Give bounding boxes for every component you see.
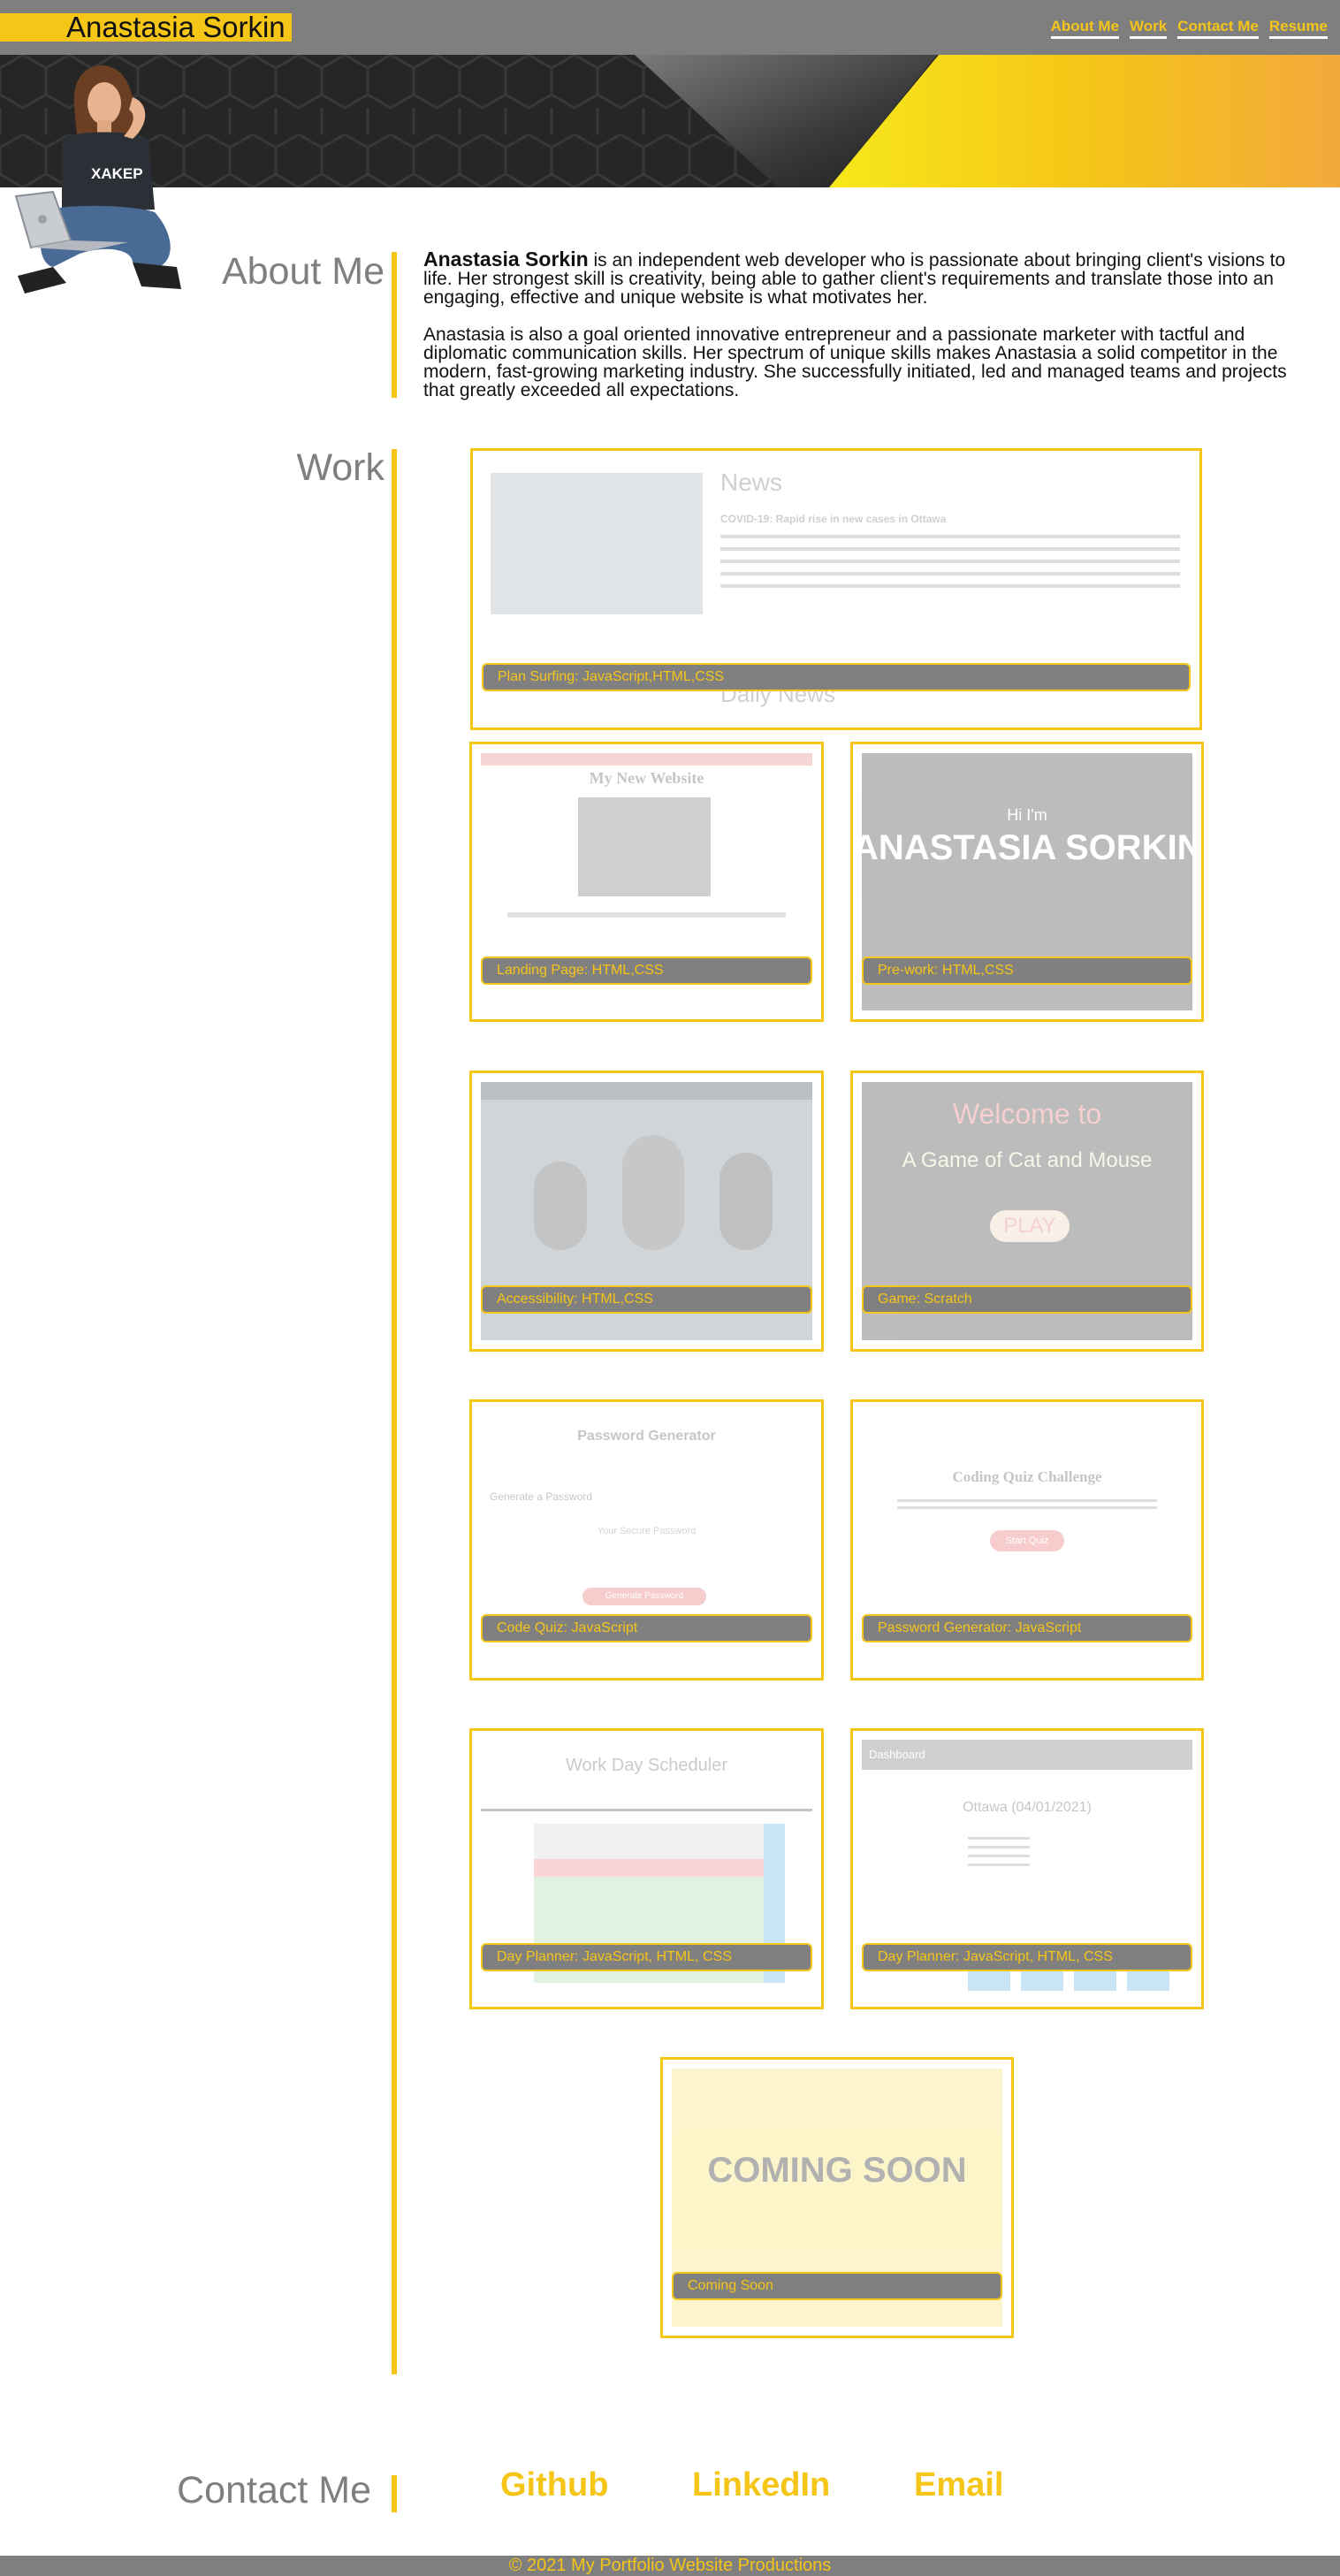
project-card-code-quiz[interactable]: Password Generator Generate a Password Y… [469, 1399, 824, 1680]
footer: © 2021 My Portfolio Website Productions [0, 2556, 1340, 2576]
project-label: Day Planner: JavaScript, HTML, CSS [862, 1943, 1192, 1971]
thumb-greeting: Hi I'm [1007, 806, 1047, 824]
thumb-present-row [534, 1859, 764, 1877]
thumb-weather-text [968, 1837, 1030, 1872]
thumb-scheduler-title: Work Day Scheduler [565, 1756, 728, 1775]
site-owner-name: Anastasia Sorkin [66, 11, 286, 43]
nav-resume-link[interactable]: Resume [1268, 18, 1328, 39]
about-paragraph-1: Anastasia Sorkin is an independent web d… [423, 248, 1307, 308]
nav-contact-link[interactable]: Contact Me [1177, 18, 1259, 39]
project-card-weather-dashboard[interactable]: Dashboard Ottawa (04/01/2021) Day Planne… [850, 1728, 1204, 2009]
email-link[interactable]: Email [914, 2466, 1003, 2504]
thumb-pw-field: Your Secure Password [597, 1526, 697, 1536]
thumb-quiz-button: Start Quiz [990, 1530, 1064, 1551]
project-label: Game: Scratch [862, 1285, 1192, 1314]
thumb-photo [578, 797, 711, 896]
thumb-pw-button: Generate Password [582, 1588, 706, 1605]
thumb-dashboard-header: Dashboard [862, 1740, 1192, 1770]
project-label: Code Quiz: JavaScript [481, 1614, 812, 1642]
about-section-title: About Me [221, 250, 384, 293]
thumb-welcome: Welcome to [952, 1098, 1102, 1130]
thumb-caption [507, 912, 786, 918]
project-card-accessibility[interactable]: Accessibility: HTML,CSS [469, 1071, 824, 1352]
contact-divider [392, 2475, 397, 2512]
project-label: Password Generator: JavaScript [862, 1614, 1192, 1642]
thumb-person [622, 1135, 684, 1250]
project-card-coming-soon[interactable]: COMING SOON Coming Soon [660, 2057, 1014, 2338]
thumb-quiz-text [897, 1499, 1157, 1513]
contact-section-title: Contact Me [177, 2469, 371, 2511]
thumb-forecast-cards [968, 1970, 1180, 1991]
brand-badge: Anastasia Sorkin [0, 11, 292, 43]
about-paragraph-2: Anastasia is also a goal oriented innova… [423, 324, 1287, 400]
nav-work-link[interactable]: Work [1130, 18, 1168, 39]
header-bar: Anastasia Sorkin About Me Work Contact M… [0, 0, 1340, 55]
project-card-landing-page[interactable]: My New Website Landing Page: HTML,CSS [469, 742, 824, 1022]
project-label: Accessibility: HTML,CSS [481, 1285, 812, 1314]
project-card-password-generator[interactable]: Coding Quiz Challenge Start Quiz Passwor… [850, 1399, 1204, 1680]
about-description: Anastasia Sorkin is an independent web d… [423, 248, 1307, 418]
thumb-person [534, 1162, 587, 1250]
linkedin-link[interactable]: LinkedIn [692, 2466, 830, 2504]
thumb-news-heading: News [720, 469, 783, 496]
project-card-day-planner[interactable]: Work Day Scheduler Day Planner: JavaScri… [469, 1728, 824, 2009]
work-divider [392, 449, 397, 2374]
shirt-print: XAKEP [91, 165, 143, 182]
thumb-past-row [534, 1824, 764, 1859]
about-name-bold: Anastasia Sorkin [423, 248, 589, 271]
nav-about-link[interactable]: About Me [1050, 18, 1120, 39]
thumb-quiz-title: Coding Quiz Challenge [952, 1468, 1102, 1485]
thumb-person [719, 1153, 773, 1250]
project-card-game[interactable]: Welcome to A Game of Cat and Mouse PLAY … [850, 1071, 1204, 1352]
github-link[interactable]: Github [500, 2466, 608, 2504]
project-label: Coming Soon [672, 2272, 1002, 2300]
thumb-play-button: PLAY [990, 1210, 1070, 1242]
thumb-coming-soon-text: COMING SOON [707, 2151, 967, 2190]
about-divider [392, 252, 397, 398]
project-label: Pre-work: HTML,CSS [862, 956, 1192, 985]
project-label: Day Planner: JavaScript, HTML, CSS [481, 1943, 812, 1971]
thumb-divider [481, 1809, 812, 1811]
project-label: Plan Surfing: JavaScript,HTML,CSS [482, 663, 1191, 691]
thumb-site-title: My New Website [589, 769, 704, 787]
thumb-city-title: Ottawa (04/01/2021) [963, 1800, 1092, 1815]
thumb-pw-subtitle: Generate a Password [490, 1490, 593, 1503]
thumb-bar [481, 753, 812, 766]
thumb-news-headline: COVID-19: Rapid rise in new cases in Ott… [720, 513, 947, 525]
thumb-navbar [481, 1082, 812, 1100]
thumb-news-text [720, 535, 1180, 597]
project-label: Landing Page: HTML,CSS [481, 956, 812, 985]
thumb-game-name: A Game of Cat and Mouse [902, 1148, 1153, 1172]
main-nav: About Me Work Contact Me Resume [1050, 18, 1328, 39]
laptop-photo [491, 473, 703, 614]
project-card-pre-work[interactable]: Hi I'm ANASTASIA SORKIN Pre-work: HTML,C… [850, 742, 1204, 1022]
work-section-title: Work [296, 446, 384, 489]
thumb-big-name: ANASTASIA SORKIN [862, 828, 1192, 867]
thumb-pw-title: Password Generator [577, 1429, 716, 1444]
project-card-plan-surfing[interactable]: News COVID-19: Rapid rise in new cases i… [470, 448, 1202, 730]
